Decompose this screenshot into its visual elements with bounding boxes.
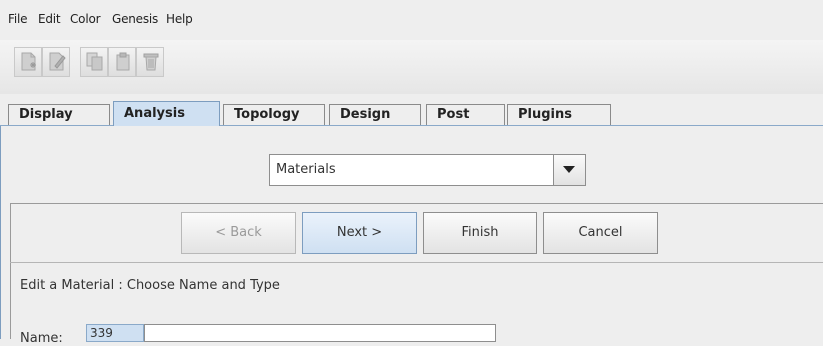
next-button[interactable]: Next > bbox=[302, 212, 417, 254]
wizard-separator bbox=[10, 262, 823, 263]
wizard-step-title: Edit a Material : Choose Name and Type bbox=[20, 278, 280, 293]
cancel-button[interactable]: Cancel bbox=[543, 212, 658, 254]
menu-edit[interactable]: Edit bbox=[38, 12, 61, 26]
tab-design[interactable]: Design bbox=[329, 104, 421, 126]
module-select[interactable]: Materials bbox=[269, 154, 586, 186]
tab-display[interactable]: Display bbox=[8, 104, 110, 126]
module-select-value: Materials bbox=[276, 162, 336, 177]
menu-file[interactable]: File bbox=[8, 12, 27, 26]
paste-button[interactable] bbox=[108, 47, 136, 77]
toolbar bbox=[0, 40, 823, 94]
tab-post[interactable]: Post bbox=[426, 104, 505, 126]
finish-button[interactable]: Finish bbox=[423, 212, 537, 254]
copy-icon bbox=[86, 52, 103, 71]
back-button[interactable]: < Back bbox=[181, 212, 296, 254]
menu-genesis[interactable]: Genesis bbox=[112, 12, 158, 26]
tab-analysis[interactable]: Analysis bbox=[113, 101, 220, 126]
tab-topology[interactable]: Topology bbox=[223, 104, 325, 126]
tab-plugins[interactable]: Plugins bbox=[507, 104, 611, 126]
new-document-button[interactable] bbox=[14, 47, 42, 77]
delete-button[interactable] bbox=[136, 47, 164, 77]
name-input[interactable] bbox=[144, 324, 496, 342]
menu-color[interactable]: Color bbox=[70, 12, 101, 26]
delete-icon bbox=[143, 53, 159, 71]
material-id-field[interactable]: 339 bbox=[86, 324, 144, 342]
chevron-down-icon bbox=[563, 166, 575, 173]
paste-icon bbox=[116, 52, 130, 71]
menu-help[interactable]: Help bbox=[166, 12, 193, 26]
copy-button[interactable] bbox=[80, 47, 108, 77]
edit-document-icon bbox=[49, 52, 66, 71]
new-document-icon bbox=[21, 52, 36, 71]
edit-document-button[interactable] bbox=[42, 47, 70, 77]
module-select-dropdown-button[interactable] bbox=[553, 155, 585, 185]
menu-bar: File Edit Color Genesis Help bbox=[0, 0, 823, 40]
